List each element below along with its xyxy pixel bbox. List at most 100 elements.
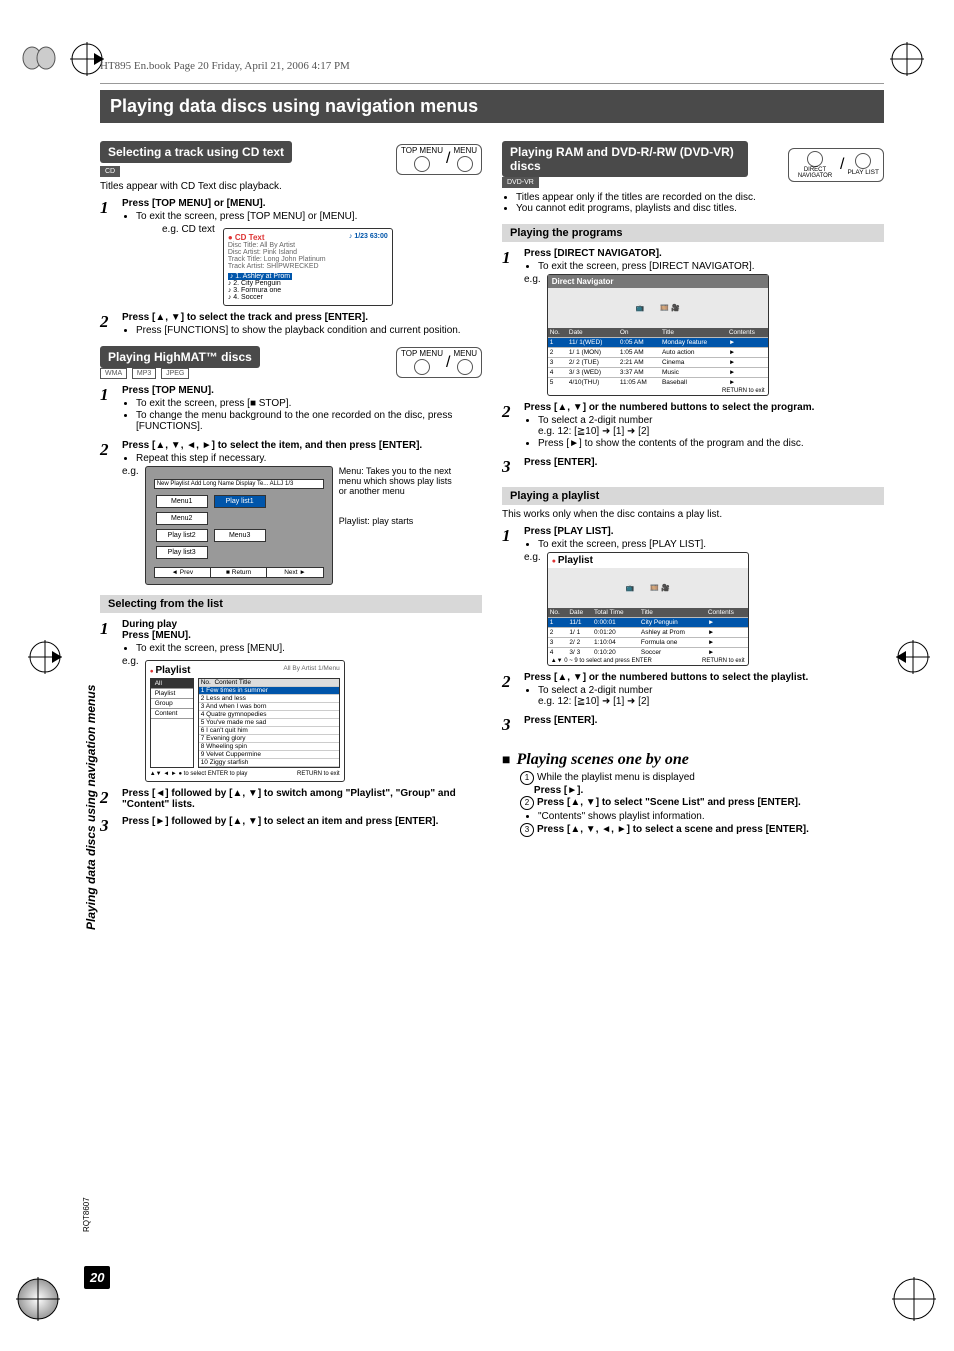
step-1h: 1 (100, 385, 114, 405)
hm-cell: Menu1 (156, 495, 208, 508)
step-1: 1 (100, 198, 114, 218)
hm-step1-li2: To change the menu background to the one… (136, 410, 482, 432)
cdtext-step2-li: Press [FUNCTIONS] to show the playback c… (136, 325, 482, 336)
direct-nav-figure: Direct Navigator 📺🎞️ 🎥 No. Date On Title… (547, 274, 769, 396)
pl-ftr-l: ▲▼ ◄ ► ● to select ENTER to play (150, 771, 248, 777)
fig-l1: Disc Title: All By Artist (228, 242, 388, 249)
ram-heading: Playing RAM and DVD-R/-RW (DVD-VR) discs (502, 141, 748, 177)
playlist-intro: This works only when the disc contains a… (502, 509, 884, 520)
playlist-nav-figure: ● Playlist 📺🎞️ 🎥 No. Date Total Time Tit… (547, 552, 749, 666)
hm-step1-li1: To exit the screen, press [■ STOP]. (136, 398, 482, 409)
tag-jpeg: JPEG (161, 368, 189, 379)
programs-bar: Playing the programs (502, 224, 884, 242)
pl-row: 2 Less and less (199, 695, 339, 703)
pl-menu-sel: All (151, 679, 193, 689)
prog-step2: Press [▲, ▼] or the numbered buttons to … (524, 402, 814, 413)
fig-l3: Track Title: Long John Platinum (228, 256, 388, 263)
fig-row3: ♪ 3. Formura one (228, 287, 388, 294)
pl-row: 6 I can't quit him (199, 727, 339, 735)
pl-step2: Press [▲, ▼] or the numbered buttons to … (524, 672, 808, 683)
prog-eg: e.g. (524, 274, 541, 285)
label-menu: MENU (453, 147, 477, 155)
prog-step2-li1b: e.g. 12: [≧10] ➜ [1] ➜ [2] (538, 426, 649, 437)
scenes-heading: Playing scenes one by one (516, 751, 688, 769)
preview-icon: 📺 (636, 304, 645, 312)
scene-s1a: While the playlist menu is displayed (537, 772, 695, 783)
preview-icon: 📺 (626, 584, 635, 592)
hm-cell: Play list3 (156, 546, 208, 559)
scene-s2a: Press [▲, ▼] to select "Scene List" and … (537, 797, 801, 808)
scene-s1b: Press [►]. (534, 785, 583, 796)
step-3p: 3 (502, 457, 516, 477)
preview-icon: 🎞️ 🎥 (660, 304, 679, 312)
cdtext-heading: Selecting a track using CD text (100, 141, 292, 163)
crop-mid-right (896, 640, 930, 674)
sel-step1-li: To exit the screen, press [MENU]. (136, 643, 482, 654)
step-1p: 1 (502, 248, 516, 268)
step-2pl: 2 (502, 672, 516, 692)
hm-step1: Press [TOP MENU]. (122, 385, 214, 396)
circle-icon (855, 153, 871, 169)
hm-cell: Menu3 (214, 529, 266, 542)
pl-menu: Playlist (151, 689, 193, 699)
step-1pl: 1 (502, 526, 516, 546)
cdtext-intro: Titles appear with CD Text disc playback… (100, 181, 482, 192)
selecting-bar: Selecting from the list (100, 595, 482, 613)
hm-btn: ◄ Prev (155, 568, 211, 577)
side-tab: Playing data discs using navigation menu… (84, 685, 98, 930)
prog-step2-li1: To select a 2-digit number (538, 415, 653, 426)
playlist-bar: Playing a playlist (502, 487, 884, 505)
pl-row: 8 Wheeling spin (199, 743, 339, 751)
hm-cell: Play list2 (156, 529, 208, 542)
pl-step1-li: To exit the screen, press [PLAY LIST]. (538, 539, 884, 550)
rqt-code: RQT8607 (82, 1197, 91, 1232)
circle-icon (457, 156, 473, 172)
fig-l4: Track Artist: SHIPWRECKED (228, 263, 388, 270)
tag-wma: WMA (100, 368, 127, 379)
step-2s: 2 (100, 788, 114, 808)
eg-cdtext: e.g. CD text (162, 224, 215, 235)
circled-2: 2 (520, 796, 534, 810)
hm-callout-pl: Playlist: play starts (339, 516, 459, 526)
hm-cell: Play list1 (214, 495, 266, 508)
hm-callout-menu: Menu: Takes you to the next menu which s… (339, 466, 459, 496)
pl-step1: Press [PLAY LIST]. (524, 526, 613, 537)
pl-step2-li1: To select a 2-digit number (538, 685, 653, 696)
sel-step1a: During play (122, 619, 177, 630)
pl-menu: Content (151, 709, 193, 719)
label-topmenu: TOP MENU (401, 147, 443, 155)
highmat-heading: Playing HighMAT™ discs (100, 346, 260, 368)
fig-row2: ♪ 2. City Penguin (228, 280, 388, 287)
pl-row: 10 Ziggy starfish (199, 759, 339, 767)
ram-li2: You cannot edit programs, playlists and … (516, 203, 884, 214)
preview-icon: 🎞️ 🎥 (650, 584, 669, 592)
scene-s2b: "Contents" shows playlist information. (538, 811, 884, 822)
highmat-grid: New Playlist Add Long Name Display Te...… (145, 466, 333, 585)
circle-icon (807, 151, 823, 167)
prog-step1-li: To exit the screen, press [DIRECT NAVIGA… (538, 261, 884, 272)
tag-dvdvr: DVD-VR (502, 177, 539, 188)
direct-playlist-icon: DIRECT NAVIGATOR / PLAY LIST (788, 148, 884, 182)
sel-step2: Press [◄] followed by [▲, ▼] to switch a… (122, 788, 456, 810)
sel-step1b: Press [MENU]. (122, 630, 191, 641)
circle-icon (457, 359, 473, 375)
pl-step2-li1b: e.g. 12: [≧10] ➜ [1] ➜ [2] (538, 696, 649, 707)
prog-step3: Press [ENTER]. (524, 457, 597, 468)
hm-step2: Press [▲, ▼, ◄, ►] to select the item, a… (122, 440, 422, 451)
hm-btn: ■ Return (211, 568, 267, 577)
topmenu-menu-icon: TOP MENU / MENU (396, 144, 482, 175)
scene-s3: Press [▲, ▼, ◄, ►] to select a scene and… (537, 824, 809, 835)
topmenu-menu-icon-2: TOP MENU / MENU (396, 347, 482, 378)
circled-3: 3 (520, 823, 534, 837)
circle-icon (414, 359, 430, 375)
pl-step3: Press [ENTER]. (524, 715, 597, 726)
step-2: 2 (100, 312, 114, 332)
binding-coil-icon (22, 46, 58, 70)
playlist-figure: ● Playlist All By Artist 1/Menu All Play… (145, 660, 345, 782)
cdtext-step2: Press [▲, ▼] to select the track and pre… (122, 312, 368, 323)
prog-step1: Press [DIRECT NAVIGATOR]. (524, 248, 662, 259)
prog-step2-li2: Press [►] to show the contents of the pr… (538, 438, 884, 449)
pl-row: 9 Velvet Cuppermine (199, 751, 339, 759)
sel-eg: e.g. (122, 656, 139, 667)
crop-mid-left (28, 640, 62, 674)
